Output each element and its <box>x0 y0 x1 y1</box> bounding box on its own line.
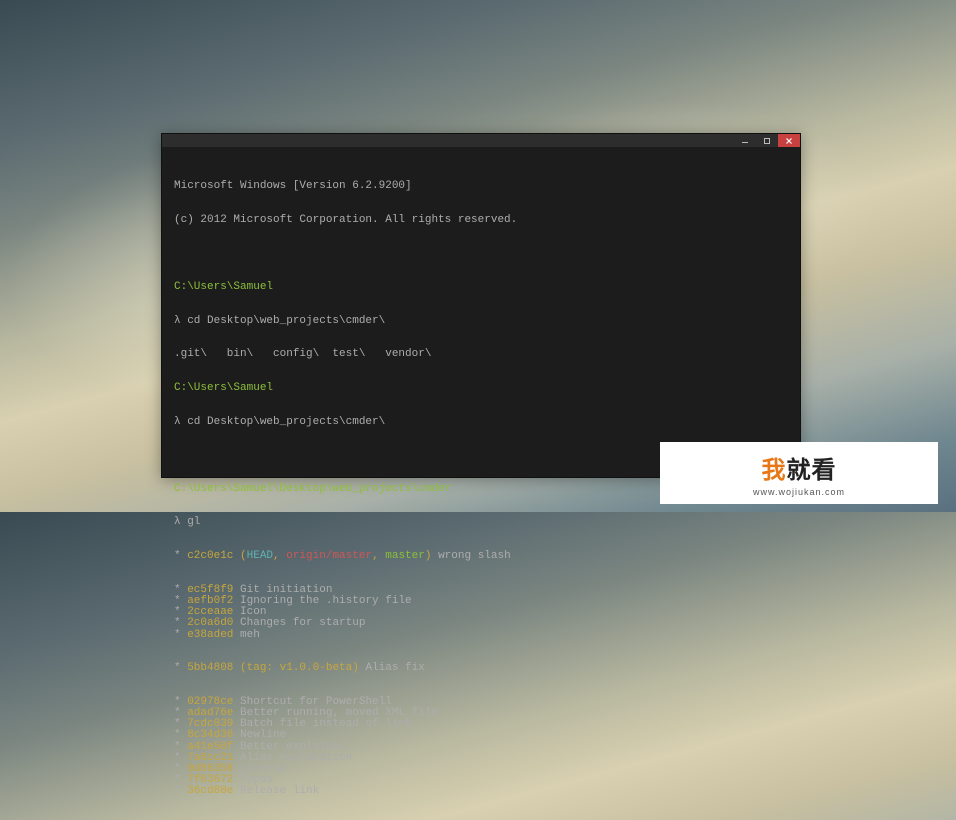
commit-msg: Release link <box>233 785 319 797</box>
cwd-line: C:\Users\Samuel <box>174 282 788 293</box>
commit-msg: Better running, moved XML file <box>233 707 438 719</box>
command-line: λ cd Desktop\web_projects\cmder\ <box>174 316 788 327</box>
watermark-accent: 我 <box>762 457 787 484</box>
star: * <box>174 774 187 786</box>
dir-listing: .git\ bin\ config\ test\ vendor\ <box>174 349 788 360</box>
star: * <box>174 741 187 753</box>
commit-hash: 9d86358 <box>187 763 233 775</box>
commit-hash: 5bb4808 <box>187 662 233 674</box>
commit-hash: c2c0e1c <box>187 550 233 562</box>
watermark-rest: 就看 <box>787 457 837 484</box>
commit-msg: Git initiation <box>233 584 332 596</box>
commit-msg: Newline <box>233 729 286 741</box>
star: * <box>174 696 187 708</box>
blank-line <box>174 249 788 260</box>
star: * <box>174 550 187 562</box>
watermark-text: 我就看 <box>762 450 837 485</box>
commit-hash: 36cd80e <box>187 785 233 797</box>
minimize-button[interactable] <box>734 134 756 147</box>
git-log-line: * 5bb4808 (tag: v1.0.0-beta) Alias fix <box>174 663 788 674</box>
star: * <box>174 707 187 719</box>
star: * <box>174 617 187 629</box>
commit-hash: aefb0f2 <box>187 595 233 607</box>
command-text: cd Desktop\web_projects\cmder\ <box>187 416 385 428</box>
star: * <box>174 606 187 618</box>
paren-open: ( <box>233 550 246 562</box>
commit-msg: Icon <box>233 606 266 618</box>
tag-ref: tag: v1.0.0-beta <box>247 662 353 674</box>
star: * <box>174 584 187 596</box>
commit-msg: meh <box>233 629 259 641</box>
commit-hash: 7a6cc21 <box>187 752 233 764</box>
watermark-url: www.wojiukan.com <box>753 487 845 497</box>
commit-hash: 7f63672 <box>187 774 233 786</box>
command-text: cd Desktop\web_projects\cmder\ <box>187 315 385 327</box>
commit-hash: adad76e <box>187 707 233 719</box>
maximize-button[interactable] <box>756 134 778 147</box>
commit-msg: Alias explanation <box>233 752 352 764</box>
terminal-window: Microsoft Windows [Version 6.2.9200] (c)… <box>161 133 801 478</box>
master-ref: master <box>385 550 425 562</box>
commit-hash: a41e50f <box>187 741 233 753</box>
commit-hash: 2cceaae <box>187 606 233 618</box>
commit-msg: Changes for startup <box>233 617 365 629</box>
star: * <box>174 595 187 607</box>
commit-msg: Batch file instead of link <box>233 718 411 730</box>
commit-msg: License <box>233 763 286 775</box>
prompt-symbol: λ <box>174 416 187 428</box>
windows-copyright-line: (c) 2012 Microsoft Corporation. All righ… <box>174 215 788 226</box>
commit-msg: Better explained <box>233 741 345 753</box>
commit-hash: e38aded <box>187 629 233 641</box>
star: * <box>174 629 187 641</box>
star: * <box>174 763 187 775</box>
commit-hash: ec5f8f9 <box>187 584 233 596</box>
commit-msg: Typos <box>233 774 273 786</box>
sep: , <box>273 550 286 562</box>
head-ref: HEAD <box>247 550 273 562</box>
command-text: gl <box>187 516 200 528</box>
prompt-symbol: λ <box>174 315 187 327</box>
watermark-badge: 我就看 www.wojiukan.com <box>660 442 938 504</box>
command-line: λ gl <box>174 517 788 528</box>
windows-version-line: Microsoft Windows [Version 6.2.9200] <box>174 181 788 192</box>
commit-msg: Alias fix <box>359 662 425 674</box>
close-button[interactable] <box>778 134 800 147</box>
sep: , <box>372 550 385 562</box>
commit-msg: wrong slash <box>431 550 510 562</box>
star: * <box>174 752 187 764</box>
star: * <box>174 785 187 797</box>
paren-open: ( <box>233 662 246 674</box>
commit-msg: Shortcut for PowerShell <box>233 696 391 708</box>
origin-ref: origin/master <box>286 550 372 562</box>
cwd-line: C:\Users\Samuel <box>174 383 788 394</box>
command-line: λ cd Desktop\web_projects\cmder\ <box>174 417 788 428</box>
titlebar[interactable] <box>162 134 800 147</box>
git-log-line: * 36cd80e Release link <box>174 786 788 797</box>
commit-msg: Ignoring the .history file <box>233 595 411 607</box>
star: * <box>174 718 187 730</box>
star: * <box>174 662 187 674</box>
paren-close: ) <box>352 662 359 674</box>
git-log-line: * e38aded meh <box>174 630 788 641</box>
commit-hash: 02978ce <box>187 696 233 708</box>
git-log-line: * c2c0e1c (HEAD, origin/master, master) … <box>174 551 788 562</box>
commit-hash: 2c0a6d0 <box>187 617 233 629</box>
paren-close: ) <box>425 550 432 562</box>
star: * <box>174 729 187 741</box>
commit-hash: 7cdc039 <box>187 718 233 730</box>
git-log-line: * 2c0a6d0 Changes for startup <box>174 618 788 629</box>
commit-hash: 8c34d36 <box>187 729 233 741</box>
prompt-symbol: λ <box>174 516 187 528</box>
